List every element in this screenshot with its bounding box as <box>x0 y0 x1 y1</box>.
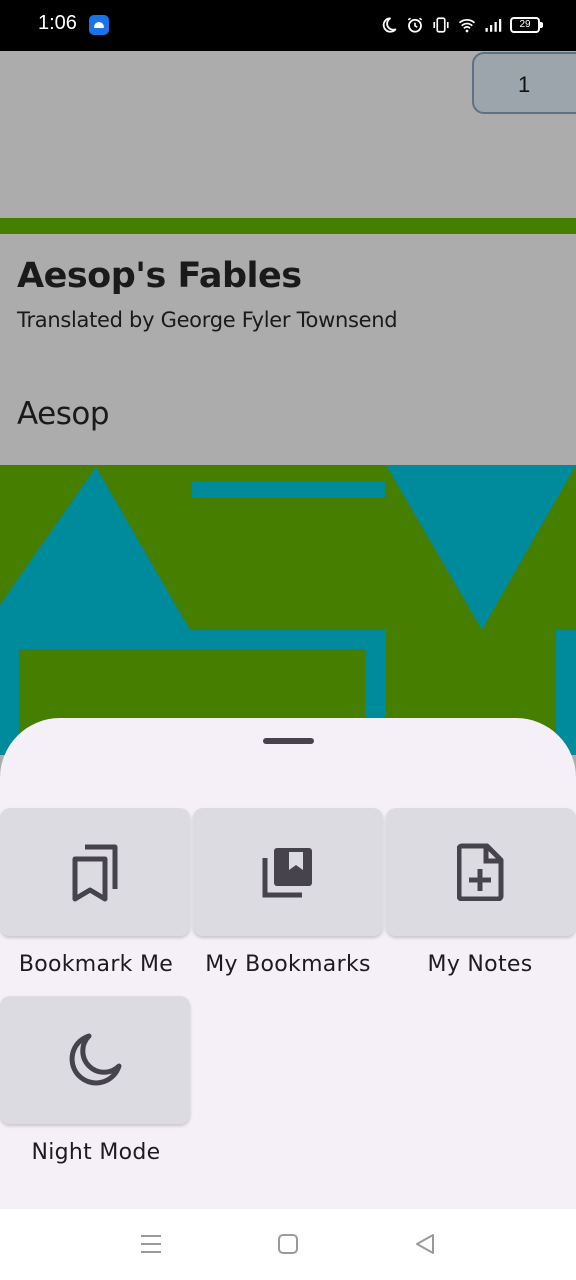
book-subtitle: Translated by George Fyler Townsend <box>17 308 398 332</box>
drag-handle[interactable] <box>263 738 314 744</box>
book-title: Aesop's Fables <box>17 256 302 296</box>
menu-icon[interactable] <box>140 1232 162 1256</box>
android-app-icon <box>89 15 109 35</box>
cover-stripe <box>0 218 576 234</box>
cover-artwork <box>0 465 576 755</box>
bookmark-icon <box>72 844 118 902</box>
my-bookmarks-label: My Bookmarks <box>205 952 371 977</box>
battery-icon: 29 <box>510 17 543 33</box>
night-mode-label: Night Mode <box>31 1140 161 1165</box>
signal-icon <box>485 19 502 32</box>
alarm-icon <box>407 17 423 33</box>
night-mode-button[interactable] <box>0 996 190 1124</box>
my-bookmarks-button[interactable] <box>193 808 383 936</box>
note-add-icon <box>457 843 504 901</box>
page-number: 1 <box>518 72 531 97</box>
bottom-sheet: Bookmark Me My Bookmarks My Notes Night … <box>0 718 576 1209</box>
back-icon[interactable] <box>414 1232 436 1256</box>
status-icons: 29 <box>380 14 543 36</box>
book-author: Aesop <box>17 396 110 432</box>
moon-icon <box>382 17 397 33</box>
home-icon[interactable] <box>277 1232 299 1256</box>
page-number-button[interactable]: 1 <box>472 52 576 114</box>
my-notes-label: My Notes <box>427 952 533 977</box>
bookmark-me-label: Bookmark Me <box>18 952 174 977</box>
status-time: 1:06 <box>38 12 77 34</box>
wifi-icon <box>458 19 476 33</box>
my-notes-button[interactable] <box>386 808 576 936</box>
status-bar: 1:06 29 <box>0 0 576 51</box>
book-title-block: Aesop's Fables Translated by George Fyle… <box>0 234 576 465</box>
vibrate-icon <box>433 17 449 33</box>
system-nav-bar <box>0 1209 576 1280</box>
bookmarks-library-icon <box>262 848 312 898</box>
moon-icon <box>69 1033 122 1086</box>
bookmark-me-button[interactable] <box>0 808 190 936</box>
